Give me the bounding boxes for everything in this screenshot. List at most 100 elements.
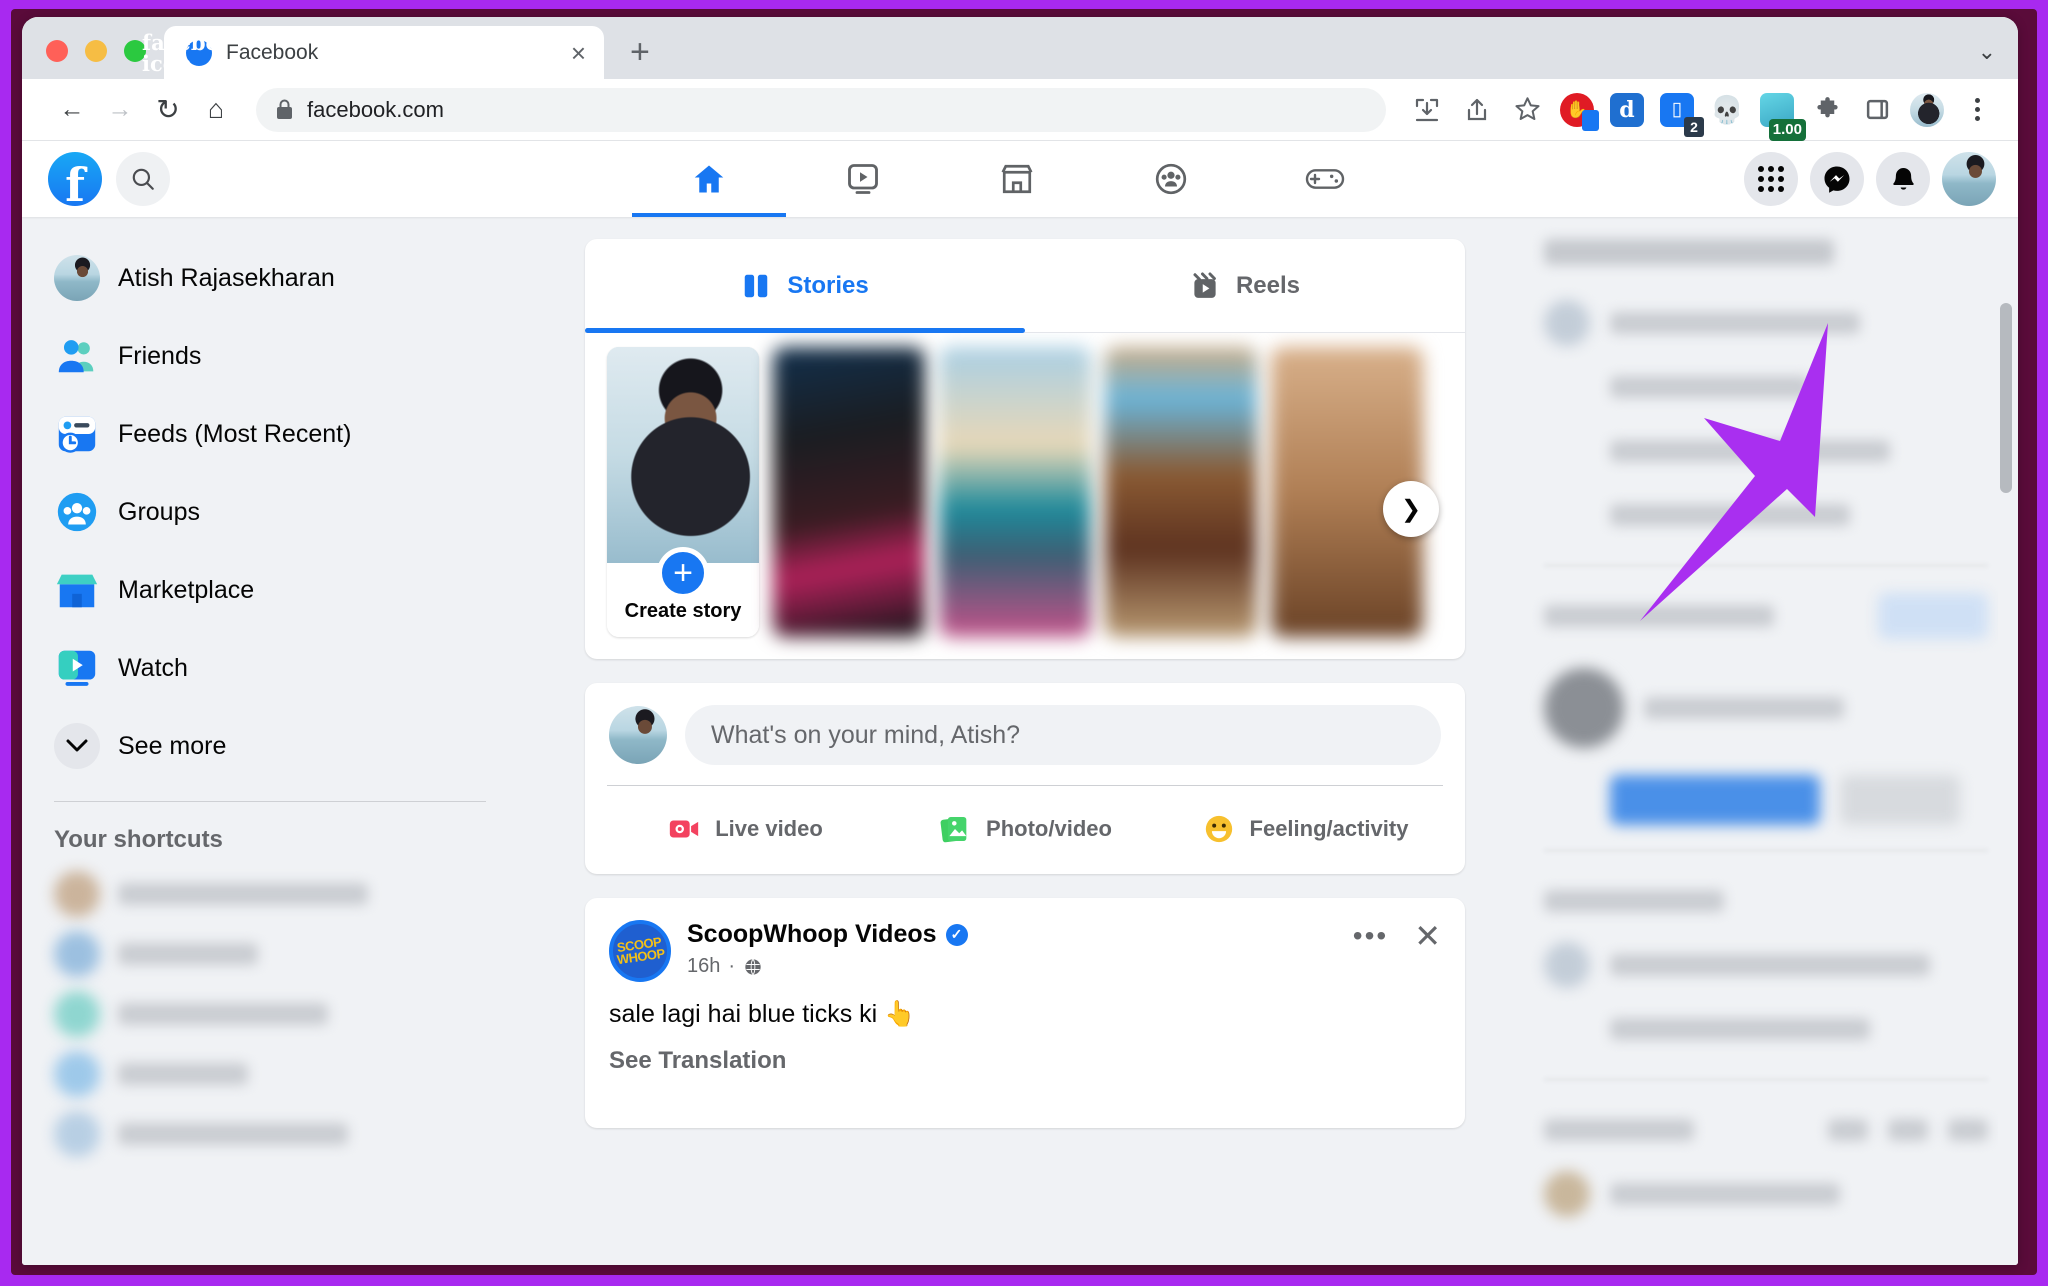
see-translation-link[interactable]: See Translation	[585, 1029, 1465, 1075]
nav-tab-marketplace[interactable]	[940, 141, 1094, 217]
menu-grid-button[interactable]	[1744, 152, 1798, 206]
tab-manager-extension-icon[interactable]: ▯ 2	[1654, 87, 1704, 137]
right-sidebar-row[interactable]	[1544, 1098, 1988, 1162]
right-sidebar-row[interactable]	[1544, 997, 1988, 1061]
sidebar-item-groups[interactable]: Groups	[50, 473, 522, 551]
close-window-button[interactable]	[46, 40, 68, 62]
sidebar-item-profile[interactable]: Atish Rajasekharan	[50, 239, 522, 317]
notifications-button[interactable]	[1876, 152, 1930, 206]
nav-tab-home[interactable]	[632, 141, 786, 217]
currency-extension-icon[interactable]: 1.00	[1754, 87, 1806, 141]
post-close-icon[interactable]: ✕	[1414, 920, 1441, 952]
right-sidebar-row[interactable]	[1544, 291, 1988, 355]
side-panel-icon[interactable]	[1854, 87, 1900, 133]
reels-icon	[1193, 272, 1216, 298]
tab-reels[interactable]: Reels	[1025, 239, 1465, 332]
shortcut-item[interactable]	[50, 864, 522, 924]
nav-tab-groups[interactable]	[1094, 141, 1248, 217]
sidebar-item-label: Friends	[118, 341, 202, 370]
photo-video-icon	[940, 816, 967, 843]
post-author-avatar[interactable]: SCOOP WHOOP	[609, 920, 671, 982]
facebook-logo-icon[interactable]: f	[48, 152, 102, 206]
sidebar-item-watch[interactable]: Watch	[50, 629, 522, 707]
post-author-name[interactable]: ScoopWhoop Videos	[687, 920, 937, 949]
minimize-window-button[interactable]	[85, 40, 107, 62]
right-sidebar-row[interactable]	[1544, 355, 1988, 419]
shortcut-item[interactable]	[50, 1044, 522, 1104]
right-sidebar-row[interactable]	[1544, 483, 1988, 547]
shortcut-label	[118, 883, 368, 905]
shortcut-label	[118, 1003, 328, 1025]
tab-title: Facebook	[226, 40, 319, 64]
right-sidebar-row[interactable]	[1544, 768, 1988, 832]
browser-profile-avatar[interactable]	[1904, 87, 1950, 133]
shortcut-item[interactable]	[50, 984, 522, 1044]
sidebar-item-friends[interactable]: Friends	[50, 317, 522, 395]
verified-badge-icon: ✓	[945, 923, 968, 946]
right-sidebar-row[interactable]	[1544, 648, 1988, 768]
chrome-menu-icon[interactable]	[1954, 87, 2000, 133]
shortcut-item[interactable]	[50, 924, 522, 984]
address-bar[interactable]: facebook.com	[256, 87, 1386, 132]
composer-input[interactable]: What's on your mind, Atish?	[685, 705, 1441, 765]
forward-button[interactable]: →	[96, 86, 144, 134]
watch-icon	[58, 650, 96, 686]
stories-tabs: Stories Reels	[585, 239, 1465, 333]
left-sidebar: Atish Rajasekharan Friends Feeds (Most R…	[22, 217, 522, 1265]
action-label: Live video	[715, 816, 823, 841]
story-item[interactable]	[1105, 347, 1257, 637]
story-item[interactable]	[939, 347, 1091, 637]
nav-tab-gaming[interactable]	[1248, 141, 1402, 217]
create-story-plus-icon[interactable]: +	[657, 547, 709, 599]
tab-stories[interactable]: Stories	[585, 239, 1025, 333]
right-sidebar-row[interactable]	[1544, 1162, 1988, 1226]
new-tab-button[interactable]: +	[630, 35, 650, 69]
home-button[interactable]: ⌂	[192, 86, 240, 134]
sidebar-item-label: Groups	[118, 497, 200, 526]
url-text: facebook.com	[307, 96, 444, 122]
post-more-options-icon[interactable]: •••	[1353, 921, 1388, 949]
nav-tab-video[interactable]	[786, 141, 940, 217]
share-icon[interactable]	[1454, 87, 1500, 133]
search-icon[interactable]	[116, 152, 170, 206]
stories-next-button[interactable]: ❯	[1383, 481, 1439, 537]
bookmark-star-icon[interactable]	[1504, 87, 1550, 133]
reload-button[interactable]: ↻	[144, 86, 192, 134]
create-story-card[interactable]: + Create story	[607, 347, 759, 637]
right-sidebar-row[interactable]	[1544, 419, 1988, 483]
extensions-puzzle-icon[interactable]	[1804, 87, 1850, 133]
chevron-down-icon[interactable]: ⌄	[1978, 39, 1996, 65]
annotation-frame: facebook-icon Facebook × + ⌄ ← → ↻ ⌂ fac…	[0, 0, 2048, 1286]
shortcut-item[interactable]	[50, 1104, 522, 1164]
page-content: Atish Rajasekharan Friends Feeds (Most R…	[22, 217, 2018, 1265]
right-sidebar-row[interactable]	[1544, 933, 1988, 997]
avatar[interactable]	[1942, 152, 1996, 206]
scrollbar-thumb[interactable]	[2000, 303, 2012, 493]
browser-tab[interactable]: facebook-icon Facebook ×	[142, 26, 604, 79]
photo-video-button[interactable]: Photo/video	[885, 800, 1165, 858]
feeling-activity-button[interactable]: Feeling/activity	[1165, 800, 1445, 858]
right-sidebar-row[interactable]	[1544, 584, 1988, 648]
sidebar-item-feeds[interactable]: Feeds (Most Recent)	[50, 395, 522, 473]
back-button[interactable]: ←	[48, 86, 96, 134]
feeling-activity-icon	[1205, 815, 1232, 843]
shortcut-icon	[54, 931, 100, 977]
right-sidebar-row[interactable]	[1544, 869, 1988, 933]
adblock-extension-icon[interactable]: ✋	[1554, 87, 1600, 133]
download-icon[interactable]	[1404, 87, 1450, 133]
skull-extension-icon[interactable]: 💀	[1704, 87, 1750, 133]
sidebar-item-marketplace[interactable]: Marketplace	[50, 551, 522, 629]
live-video-button[interactable]: Live video	[605, 800, 885, 858]
shortcuts-heading: Your shortcuts	[54, 826, 223, 853]
close-tab-icon[interactable]: ×	[571, 40, 586, 66]
tab-label: Stories	[787, 271, 869, 299]
video-icon	[848, 164, 878, 194]
composer-avatar[interactable]	[609, 706, 667, 764]
sidebar-item-see-more[interactable]: See more	[50, 707, 522, 785]
tab-count-badge: 2	[1684, 116, 1704, 137]
story-item[interactable]	[773, 347, 925, 637]
messenger-button[interactable]	[1810, 152, 1864, 206]
grammarly-extension-icon[interactable]: d	[1604, 87, 1650, 133]
page-scrollbar[interactable]	[1998, 295, 2014, 1263]
tab-label: Reels	[1235, 271, 1301, 299]
